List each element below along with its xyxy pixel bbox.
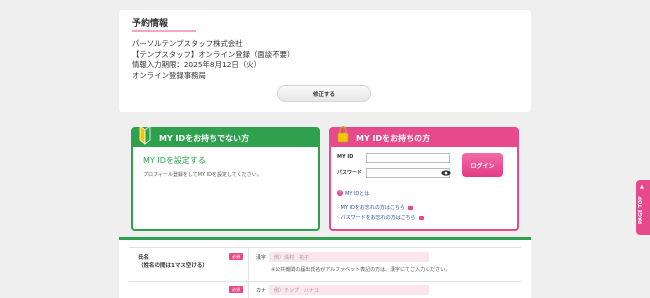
has-id-heading: MY IDをお持ちの方 — [331, 129, 517, 147]
no-id-heading: MY IDをお持ちでない方 — [133, 129, 318, 147]
profile-form: 氏名 （姓名の間は1マス空ける） 必須 漢字 例）清村 花子 ※公共機関の届出氏… — [119, 240, 531, 298]
reservation-card: 予約情報 パーソルテンプスタッフ株式会社 【テンプスタッフ】オンライン登録（面談… — [119, 10, 531, 112]
title-underline — [132, 30, 196, 32]
name-field-label: 氏名 （姓名の間は1マス空ける） — [138, 255, 208, 269]
reservation-title: 予約情報 — [132, 19, 169, 29]
edit-button[interactable]: 修正する — [277, 85, 371, 102]
forgot-password-link[interactable]: パスワードをお忘れの方はこちら — [341, 215, 416, 221]
chevron-right-icon: › — [337, 215, 339, 221]
about-my-id-link[interactable]: MY IDとは — [345, 190, 369, 197]
required-badge: 必須 — [229, 253, 243, 260]
reservation-info: パーソルテンプスタッフ株式会社 【テンプスタッフ】オンライン登録（面談不要） 情… — [132, 39, 294, 81]
lock-icon — [337, 126, 349, 143]
registration-type: 【テンプスタッフ】オンライン登録（面談不要） — [132, 49, 295, 59]
password-label: パスワード — [337, 170, 363, 176]
forgot-id-link[interactable]: MY IDをお忘れの方はこちら — [341, 205, 405, 211]
divider — [248, 247, 249, 298]
page-top-label: PAGE TOP — [638, 196, 644, 224]
login-button[interactable]: ログイン — [462, 153, 503, 177]
no-id-panel: MY IDをお持ちでない方 MY IDを設定する プロフィール登録をしてMY I… — [131, 125, 320, 231]
divider — [129, 247, 521, 248]
kanji-note: ※公共機関の届出氏名がアルファベット表記の方は、漢字にてご入力ください。 — [271, 267, 451, 273]
forgot-id-link-row: › MY IDをお忘れの方はこちら — [337, 204, 414, 211]
deadline: 情報入力期限：2025年8月12日（火） — [132, 60, 261, 69]
set-my-id-label[interactable]: MY IDを設定する — [143, 155, 206, 166]
has-id-panel: MY IDをお持ちの方 MY ID パスワード ログイン ? MY IDとは ›… — [329, 126, 519, 231]
arrow-up-icon: ▲ — [640, 184, 644, 190]
kana-name-input[interactable]: 例）テンプ ハナコ — [269, 285, 429, 295]
company-name: パーソルテンプスタッフ株式会社 — [132, 39, 243, 48]
question-icon: ? — [337, 190, 343, 196]
my-id-input[interactable] — [366, 153, 450, 163]
chevron-right-icon: › — [337, 205, 339, 211]
set-my-id-description: プロフィール登録をしてMY IDを設定してください。 — [143, 172, 262, 178]
password-input[interactable] — [366, 168, 450, 178]
forgot-password-link-row: › パスワードをお忘れの方はこちら — [337, 214, 425, 221]
beginner-leaf-icon — [139, 125, 151, 145]
kanji-name-input[interactable]: 例）清村 花子 — [269, 252, 429, 262]
my-id-label: MY ID — [337, 154, 354, 160]
eye-icon[interactable] — [441, 170, 451, 176]
external-window-icon — [408, 205, 414, 210]
kana-label: カナ — [256, 288, 267, 294]
page-top-button[interactable]: ▲ PAGE TOP — [636, 180, 650, 235]
external-window-icon — [419, 215, 425, 220]
required-badge: 必須 — [229, 286, 243, 293]
office-name: オンライン登録事務局 — [132, 70, 206, 80]
kanji-label: 漢字 — [256, 255, 267, 261]
divider — [129, 281, 521, 282]
